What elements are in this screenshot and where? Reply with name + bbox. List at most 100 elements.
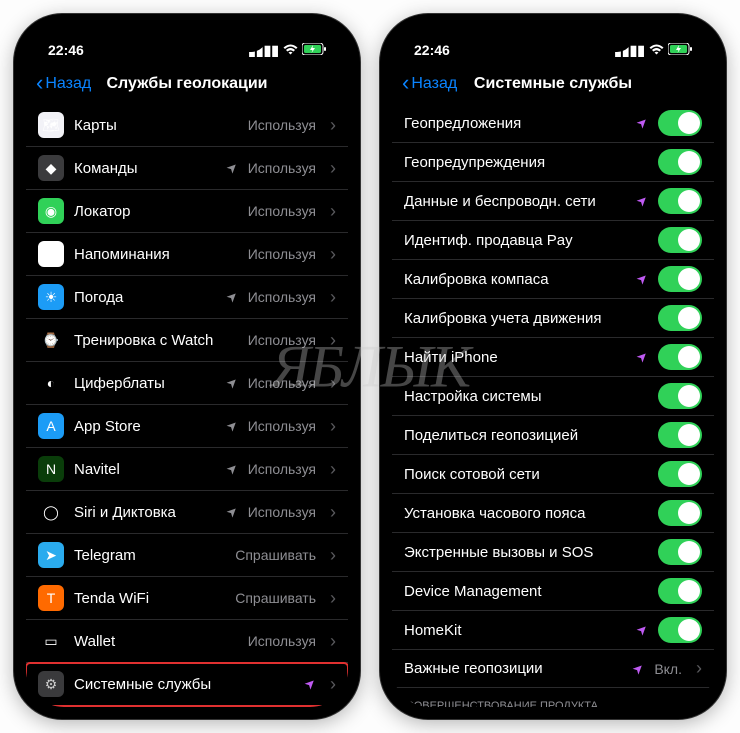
battery-icon [302, 42, 326, 58]
service-row: Экстренные вызовы и SOS [392, 533, 714, 572]
app-row-watch[interactable]: ⌚Тренировка с WatchИспользуя› [26, 319, 348, 362]
navitel-icon: N [38, 456, 64, 482]
watch-icon: ⌚ [38, 327, 64, 353]
location-arrow-icon: ➤ [633, 620, 652, 639]
app-row-findmy[interactable]: ◉ЛокаторИспользуя› [26, 190, 348, 233]
row-value: Используя [248, 117, 316, 133]
toggle-switch[interactable] [658, 266, 702, 292]
service-row: Геопредложения➤ [392, 104, 714, 143]
service-row: Калибровка компаса ➤ [392, 260, 714, 299]
row-value: Используя [248, 160, 316, 176]
app-row-reminders[interactable]: ≡НапоминанияИспользуя› [26, 233, 348, 276]
service-row: Настройка системы [392, 377, 714, 416]
toggle-switch[interactable] [658, 422, 702, 448]
chevron-right-icon: › [330, 287, 336, 308]
location-arrow-icon: ➤ [223, 459, 242, 478]
chevron-right-icon: › [330, 631, 336, 652]
section-header: СОВЕРШЕНСТВОВАНИЕ ПРОДУКТА [392, 688, 714, 707]
toggle-switch[interactable] [658, 305, 702, 331]
back-label: Назад [411, 75, 457, 93]
system-services-row[interactable]: ⚙Системные службы➤› [26, 663, 348, 706]
location-arrow-icon: ➤ [633, 347, 652, 366]
shortcuts-icon: ◆ [38, 155, 64, 181]
row-value: Используя [248, 203, 316, 219]
service-row: Поиск сотовой сети [392, 455, 714, 494]
toggle-switch[interactable] [658, 227, 702, 253]
back-button[interactable]: ‹ Назад [402, 74, 457, 94]
service-row: Device Management [392, 572, 714, 611]
row-value: Используя [248, 375, 316, 391]
row-label: Калибровка компаса [404, 271, 627, 288]
status-time: 22:46 [48, 42, 84, 58]
toggle-switch[interactable] [658, 461, 702, 487]
app-row-weather[interactable]: ☀Погода➤Используя› [26, 276, 348, 319]
battery-icon [668, 42, 692, 58]
location-arrow-icon: ➤ [223, 373, 242, 392]
notch [107, 26, 267, 52]
app-row-telegram[interactable]: ➤TelegramСпрашивать› [26, 534, 348, 577]
location-arrow-icon: ➤ [629, 659, 648, 678]
app-row-shortcuts[interactable]: ◆Команды➤Используя› [26, 147, 348, 190]
row-value: Используя [248, 461, 316, 477]
row-label: Найти iPhone [404, 349, 627, 366]
maps-icon: 🗺 [38, 112, 64, 138]
appstore-icon: A [38, 413, 64, 439]
row-label: Установка часового пояса [404, 505, 648, 522]
row-label: Telegram [74, 547, 225, 564]
toggle-switch[interactable] [658, 110, 702, 136]
row-label: Локатор [74, 203, 238, 220]
phone-left: 22:46 ▮▮▮▮ ‹ Назад Службы геолокации [14, 14, 360, 719]
row-value: Используя [248, 633, 316, 649]
location-arrow-icon: ➤ [223, 502, 242, 521]
app-row-maps[interactable]: 🗺 Карты Используя › [26, 104, 348, 147]
service-row: HomeKit➤ [392, 611, 714, 650]
row-label: Поделиться геопозицией [404, 427, 648, 444]
row-label: Данные и беспроводн. сети [404, 193, 627, 210]
app-row-faces[interactable]: ◐Циферблаты➤Используя› [26, 362, 348, 405]
app-row-navitel[interactable]: NNavitel➤Используя› [26, 448, 348, 491]
row-label: Калибровка учета движения [404, 310, 648, 327]
gear-icon: ⚙ [38, 671, 64, 697]
row-label: App Store [74, 418, 217, 435]
location-arrow-icon: ➤ [633, 269, 652, 288]
screen-right: 22:46 ▮▮▮▮ ‹ Назад Системные службы [392, 26, 714, 707]
toggle-switch[interactable] [658, 188, 702, 214]
services-list[interactable]: Геопредложения➤ГеопредупрежденияДанные и… [392, 104, 714, 707]
app-row-siri[interactable]: ◯Siri и Диктовка➤Используя› [26, 491, 348, 534]
chevron-right-icon: › [696, 658, 702, 679]
toggle-switch[interactable] [658, 617, 702, 643]
row-label: Navitel [74, 461, 217, 478]
app-row-appstore[interactable]: AApp Store➤Используя› [26, 405, 348, 448]
location-arrow-icon: ➤ [223, 416, 242, 435]
toggle-switch[interactable] [658, 344, 702, 370]
row-label: Карты [74, 117, 238, 134]
toggle-switch[interactable] [658, 500, 702, 526]
chevron-right-icon: › [330, 244, 336, 265]
important-locations-row[interactable]: Важные геопозиции➤Вкл.› [392, 650, 714, 688]
row-value: Используя [248, 332, 316, 348]
app-list[interactable]: 🗺КартыИспользуя›◆Команды➤Используя›◉Лока… [26, 104, 348, 707]
service-row: Установка часового пояса [392, 494, 714, 533]
chevron-right-icon: › [330, 158, 336, 179]
chevron-left-icon: ‹ [402, 72, 409, 94]
nav-bar: ‹ Назад Системные службы [392, 64, 714, 104]
app-row-tenda[interactable]: TTenda WiFiСпрашивать› [26, 577, 348, 620]
toggle-switch[interactable] [658, 578, 702, 604]
toggle-switch[interactable] [658, 383, 702, 409]
service-row: Найти iPhone ➤ [392, 338, 714, 377]
chevron-left-icon: ‹ [36, 72, 43, 94]
location-arrow-icon: ➤ [223, 287, 242, 306]
row-label: Системные службы [74, 676, 295, 693]
service-row: Данные и беспроводн. сети➤ [392, 182, 714, 221]
toggle-switch[interactable] [658, 539, 702, 565]
row-value: Используя [248, 289, 316, 305]
toggle-switch[interactable] [658, 149, 702, 175]
row-label: Siri и Диктовка [74, 504, 217, 521]
back-button[interactable]: ‹ Назад [36, 74, 91, 94]
row-value: Используя [248, 418, 316, 434]
row-label: Циферблаты [74, 375, 217, 392]
app-row-wallet[interactable]: ▭WalletИспользуя› [26, 620, 348, 663]
row-label: Настройка системы [404, 388, 648, 405]
row-value: Используя [248, 504, 316, 520]
chevron-right-icon: › [330, 115, 336, 136]
